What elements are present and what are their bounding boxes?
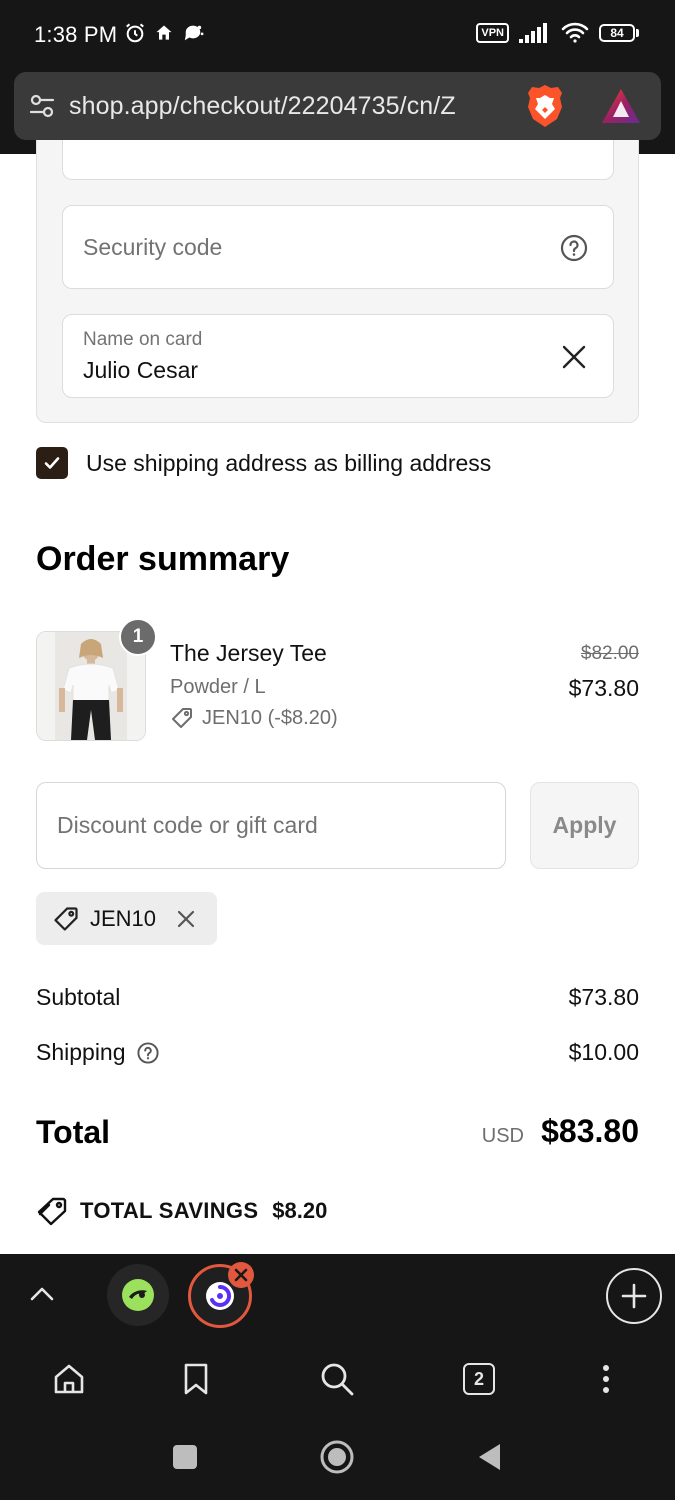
tab-thumbnail-1[interactable] <box>107 1264 169 1326</box>
total-currency: USD <box>481 1125 524 1147</box>
search-button[interactable] <box>312 1354 362 1404</box>
subtotal-value: $73.80 <box>568 984 639 1010</box>
tab-favicon-icon <box>122 1279 154 1311</box>
product-discount-text: JEN10 (-$8.20) <box>202 706 338 729</box>
url-bar[interactable]: shop.app/checkout/22204735/cn/Z <box>14 72 661 140</box>
status-icons-left <box>124 22 204 44</box>
status-time: 1:38 PM <box>34 22 118 47</box>
system-home-icon <box>320 1440 354 1474</box>
product-original-price: $82.00 <box>580 643 639 664</box>
total-savings-row: TOTAL SAVINGS $8.20 <box>36 1196 327 1226</box>
shipping-row: Shipping $10.00 <box>36 1039 639 1066</box>
help-icon[interactable] <box>559 233 589 263</box>
total-label: Total <box>36 1114 111 1150</box>
more-vertical-icon <box>603 1365 609 1393</box>
name-on-card-value: Julio Cesar <box>83 357 199 383</box>
discount-code-field[interactable] <box>36 782 506 869</box>
product-discount: JEN10 (-$8.20) <box>170 706 338 730</box>
battery-icon: 84 <box>599 24 639 42</box>
url-text[interactable]: shop.app/checkout/22204735/cn/Z <box>69 92 456 121</box>
apply-button[interactable]: Apply <box>530 782 639 869</box>
subtotal-label: Subtotal <box>36 984 121 1010</box>
checkmark-icon <box>44 457 60 469</box>
billing-checkbox-label[interactable]: Use shipping address as billing address <box>86 450 491 477</box>
home-status-icon <box>156 25 172 40</box>
security-code-field[interactable]: Security code <box>62 205 614 289</box>
tabs-count: 2 <box>463 1363 495 1395</box>
order-summary-title: Order summary <box>36 540 290 578</box>
applied-discount-chip: JEN10 <box>36 892 217 945</box>
home-button[interactable] <box>44 1354 94 1404</box>
browser-nav-row: 2 <box>0 1354 675 1404</box>
product-variant: Powder / L <box>170 676 266 698</box>
quantity-badge: 1 <box>119 618 157 656</box>
shipping-label: Shipping <box>36 1039 126 1065</box>
total-savings-value: $8.20 <box>272 1198 328 1223</box>
billing-checkbox[interactable] <box>36 447 68 479</box>
tabs-button[interactable]: 2 <box>454 1354 504 1404</box>
tag-icon <box>172 708 192 728</box>
chevron-up-icon[interactable] <box>26 1278 58 1310</box>
wifi-icon <box>561 22 589 43</box>
card-field-previous[interactable] <box>62 140 614 180</box>
product-name: The Jersey Tee <box>170 640 327 666</box>
recents-button[interactable] <box>160 1432 210 1482</box>
home-icon <box>54 1364 84 1394</box>
payment-card-panel: Security code Name on card Julio Cesar <box>36 140 639 423</box>
battery-level: 84 <box>599 24 635 42</box>
shipping-value: $10.00 <box>568 1039 639 1065</box>
browser-bottom-bar: 2 <box>0 1254 675 1500</box>
new-tab-button[interactable] <box>606 1268 662 1324</box>
shop-favicon-icon <box>206 1282 234 1310</box>
brave-shields-icon[interactable] <box>526 83 564 129</box>
subtotal-row: Subtotal $73.80 <box>36 984 639 1011</box>
remove-discount-icon[interactable] <box>176 909 196 929</box>
back-button[interactable] <box>464 1432 514 1482</box>
chat-bubble-icon <box>184 25 204 41</box>
clear-icon[interactable] <box>561 344 587 370</box>
signal-icon <box>519 23 547 43</box>
bookmarks-button[interactable] <box>171 1354 221 1404</box>
recents-icon <box>173 1445 197 1469</box>
security-code-placeholder: Security code <box>83 234 223 260</box>
billing-same-as-shipping[interactable]: Use shipping address as billing address <box>36 447 491 479</box>
product-final-price: $73.80 <box>568 675 639 701</box>
savings-tag-icon <box>37 1197 67 1226</box>
menu-button[interactable] <box>581 1354 631 1404</box>
site-settings-icon[interactable] <box>28 92 56 120</box>
close-tab-icon[interactable] <box>228 1262 254 1288</box>
applied-discount-code: JEN10 <box>90 905 157 931</box>
discount-code-input[interactable] <box>37 783 505 868</box>
plus-icon <box>621 1283 647 1309</box>
system-home-button[interactable] <box>312 1432 362 1482</box>
status-icons-right: VPN 84 <box>476 22 639 44</box>
total-savings-label: TOTAL SAVINGS <box>80 1198 259 1223</box>
status-bar: 1:38 PM VPN 84 <box>0 0 675 70</box>
alarm-icon <box>126 23 144 43</box>
vpn-badge: VPN <box>476 23 509 43</box>
brave-rewards-icon[interactable] <box>600 87 642 125</box>
name-on-card-field[interactable]: Name on card Julio Cesar <box>62 314 614 398</box>
shipping-help-icon[interactable] <box>136 1041 160 1065</box>
bookmark-icon <box>184 1363 208 1395</box>
name-on-card-label: Name on card <box>83 329 203 350</box>
system-nav-bar <box>0 1432 675 1482</box>
total-value: $83.80 <box>541 1113 639 1149</box>
shipping-label-group: Shipping <box>36 1039 160 1066</box>
tag-icon <box>54 906 78 931</box>
search-icon <box>321 1363 354 1396</box>
back-icon <box>479 1444 500 1470</box>
